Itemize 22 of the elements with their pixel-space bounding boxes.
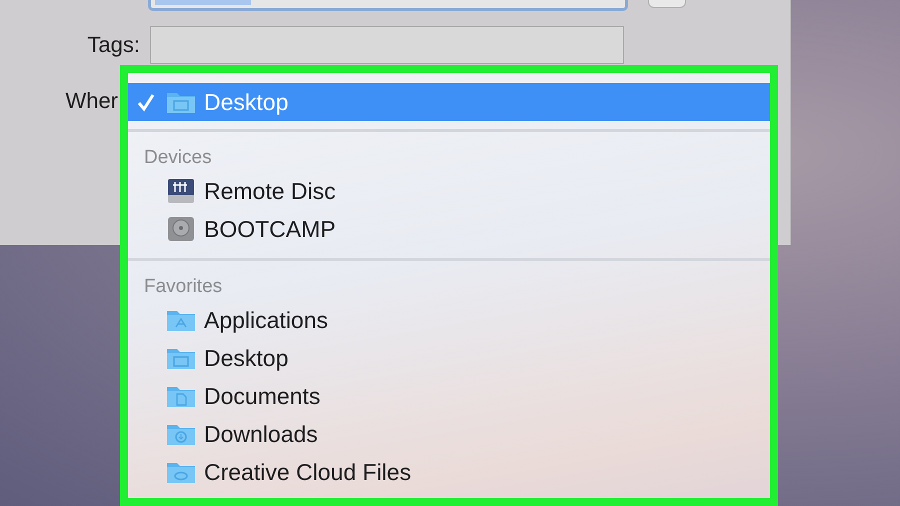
folder-icon [166,90,196,114]
folder-icon [166,460,196,484]
menu-item[interactable]: Documents [128,377,770,415]
folder-icon [166,346,196,370]
menu-item[interactable]: Applications [128,301,770,339]
where-label: Wher [64,88,118,114]
menu-item[interactable]: Creative Cloud Files [128,453,770,491]
expand-button[interactable] [648,0,686,8]
folder-icon [166,384,196,408]
folder-icon [166,308,196,332]
menu-item[interactable]: BOOTCAMP [128,210,770,248]
folder-icon [166,422,196,446]
drive-icon [166,178,196,204]
checkmark-icon [136,92,156,112]
menu-item[interactable]: Desktop [128,339,770,377]
tags-field[interactable] [150,26,624,64]
name-field[interactable] [148,0,628,11]
menu-item[interactable]: Downloads [128,415,770,453]
section-header: Favorites [143,275,224,299]
tags-label: Tags: [86,32,140,58]
menu-item[interactable]: Remote Disc [128,172,770,210]
section-header: Devices [143,146,213,170]
